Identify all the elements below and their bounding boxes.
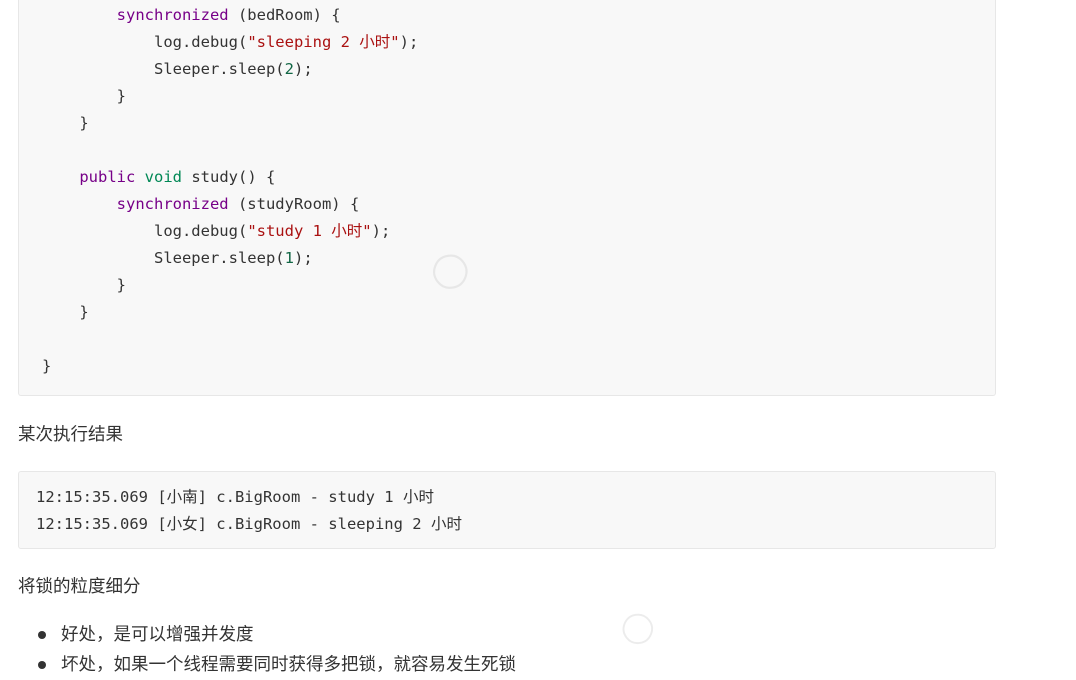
code-line: Sleeper.sleep(1); (42, 245, 313, 272)
code-line: } (42, 299, 89, 326)
bullet-list: 好处，是可以增强并发度 坏处，如果一个线程需要同时获得多把锁，就容易发生死锁 (38, 620, 516, 680)
code-line: Sleeper.sleep(2); (42, 56, 313, 83)
string-literal: "study 1 小时" (247, 222, 372, 240)
result-heading: 某次执行结果 (18, 425, 123, 445)
code-text: } (79, 114, 89, 132)
code-line: synchronized (studyRoom) { (42, 191, 360, 218)
code-line: public void study() { (42, 164, 275, 191)
list-item: 好处，是可以增强并发度 (38, 620, 516, 650)
code-text: log.debug( (153, 33, 248, 51)
bullet-dot-icon (38, 631, 46, 639)
code-text: ); (293, 249, 313, 267)
code-text: Sleeper.sleep( (153, 249, 285, 267)
code-line: } (42, 272, 126, 299)
list-item-text: 坏处，如果一个线程需要同时获得多把锁，就容易发生死锁 (61, 655, 516, 675)
output-line: 12:15:35.069 [小南] c.BigRoom - study 1 小时 (36, 488, 434, 506)
keyword: synchronized (116, 6, 229, 24)
output-block: 12:15:35.069 [小南] c.BigRoom - study 1 小时… (18, 471, 996, 549)
output-line: 12:15:35.069 [小女] c.BigRoom - sleeping 2… (36, 515, 462, 533)
code-text: } (42, 357, 52, 375)
code-line: } (42, 83, 126, 110)
code-text: ); (293, 60, 313, 78)
string-literal: "sleeping 2 小时" (247, 33, 400, 51)
code-text: study() { (182, 168, 276, 186)
keyword: void (144, 168, 182, 186)
code-text: ); (371, 222, 391, 240)
code-line: log.debug("study 1 小时"); (42, 218, 390, 245)
code-line: } (42, 353, 51, 380)
code-line: synchronized (bedRoom) { (42, 2, 341, 29)
keyword: public (79, 168, 136, 186)
code-line: } (42, 110, 89, 137)
number-literal: 1 (284, 249, 294, 267)
bullet-dot-icon (38, 661, 46, 669)
granularity-heading: 将锁的粒度细分 (18, 577, 141, 597)
code-text: (studyRoom) { (228, 195, 360, 213)
code-text: log.debug( (153, 222, 248, 240)
list-item-text: 好处，是可以增强并发度 (61, 625, 254, 645)
number-literal: 2 (284, 60, 294, 78)
keyword: synchronized (116, 195, 229, 213)
code-text: (bedRoom) { (228, 6, 341, 24)
code-text: } (116, 276, 126, 294)
code-text: ); (399, 33, 419, 51)
code-text: Sleeper.sleep( (153, 60, 285, 78)
code-text: } (79, 303, 89, 321)
code-line: log.debug("sleeping 2 小时"); (42, 29, 418, 56)
code-text: } (116, 87, 126, 105)
code-block: synchronized (bedRoom) { log.debug("slee… (18, 0, 996, 396)
watermark-logo-icon: ◯ (612, 603, 661, 652)
